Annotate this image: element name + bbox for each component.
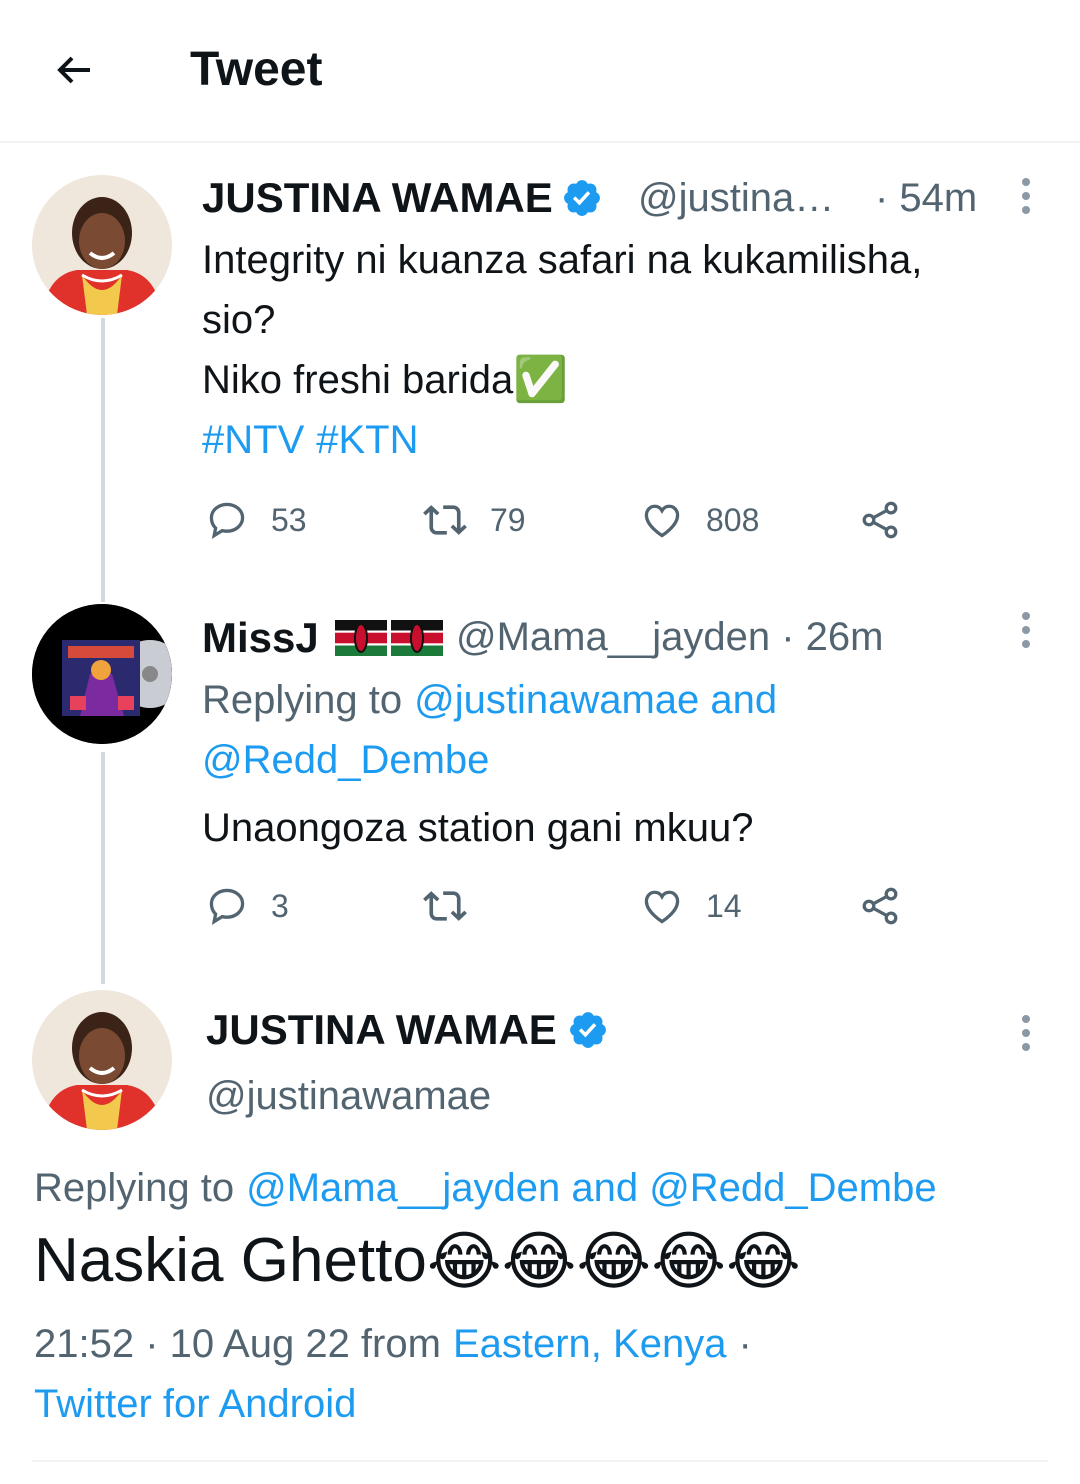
location-link[interactable]: Eastern, Kenya: [453, 1314, 727, 1374]
back-arrow-icon[interactable]: [50, 46, 98, 94]
author-name[interactable]: JUSTINA WAMAE: [202, 172, 553, 224]
more-vertical-icon[interactable]: [1016, 176, 1036, 216]
tweet-time[interactable]: · 54m: [875, 168, 977, 228]
kenya-flag-icon: [334, 620, 387, 656]
avatar-photo: [32, 604, 172, 744]
kenya-flag-icon: [334, 620, 443, 656]
retweet-icon: [423, 505, 467, 535]
avatar[interactable]: [32, 175, 172, 315]
thread-line: [101, 318, 105, 602]
thread-line: [101, 752, 105, 984]
avatar-photo: [32, 990, 172, 1130]
tweet-text: Unaongoza station gani mkuu?: [202, 806, 754, 850]
more-vertical-icon[interactable]: [1016, 610, 1036, 650]
like-icon: [644, 504, 680, 538]
reply-button[interactable]: 53: [205, 498, 307, 542]
share-icon: [862, 887, 898, 925]
verified-badge-icon: [563, 180, 600, 216]
retweet-count: 79: [490, 501, 526, 538]
avatar-photo: [32, 175, 172, 315]
like-button[interactable]: 14: [640, 884, 742, 928]
like-count: 14: [706, 887, 742, 924]
separator-dot: ·: [738, 1322, 752, 1366]
like-icon: [644, 890, 680, 924]
kenya-flag-icon: [390, 620, 443, 656]
like-count: 808: [706, 501, 760, 538]
replying-to-label: Replying to: [202, 678, 403, 722]
hashtag-link[interactable]: #KTN: [316, 410, 418, 470]
share-button[interactable]: [858, 498, 902, 542]
replying-to-link[interactable]: @justinawamae and: [414, 670, 777, 730]
avatar[interactable]: [32, 604, 172, 744]
more-vertical-icon[interactable]: [1016, 1013, 1036, 1053]
tweet-text-line: Niko freshi barida: [202, 358, 514, 402]
tweet-text-line: sio?: [202, 298, 276, 342]
author-handle[interactable]: @justinawamae: [206, 1066, 491, 1126]
retweet-button[interactable]: 79: [422, 498, 526, 542]
share-button[interactable]: [858, 884, 902, 928]
tweet-text-line: Integrity ni kuanza safari na kukamilish…: [202, 238, 923, 282]
page-title: Tweet: [190, 43, 323, 96]
replying-to-label: Replying to: [34, 1166, 235, 1210]
author-name[interactable]: MissJ: [202, 612, 319, 664]
share-icon: [862, 501, 898, 539]
hashtag-link[interactable]: #NTV: [202, 410, 304, 470]
replying-to-link[interactable]: @Redd_Dembe: [202, 730, 489, 790]
avatar[interactable]: [32, 990, 172, 1130]
source-link[interactable]: Twitter for Android: [34, 1374, 356, 1434]
reply-count: 53: [271, 501, 307, 538]
retweet-icon: [423, 891, 467, 921]
divider: [32, 1460, 1048, 1462]
reply-button[interactable]: 3: [205, 884, 289, 928]
tweet-timestamp: 21:52 · 10 Aug 22 from: [34, 1322, 441, 1366]
reply-count: 3: [271, 887, 289, 924]
laughing-emoji-row: 😂😂😂😂😂: [426, 1225, 801, 1297]
replying-to-link[interactable]: @Mama__jayden and @Redd_Dembe: [246, 1158, 937, 1218]
reply-icon: [209, 888, 245, 925]
check-emoji: ✅: [513, 355, 569, 404]
verified-badge-icon: [569, 1012, 606, 1048]
top-bar: [0, 0, 1080, 143]
author-name[interactable]: JUSTINA WAMAE: [206, 1004, 557, 1056]
reply-icon: [209, 502, 245, 539]
retweet-button[interactable]: [422, 884, 490, 928]
like-button[interactable]: 808: [640, 498, 759, 542]
main-tweet-text: Naskia Ghetto: [34, 1226, 427, 1295]
author-handle-time[interactable]: @Mama__jayden · 26m: [456, 607, 883, 667]
author-handle[interactable]: @justina…: [638, 168, 834, 228]
